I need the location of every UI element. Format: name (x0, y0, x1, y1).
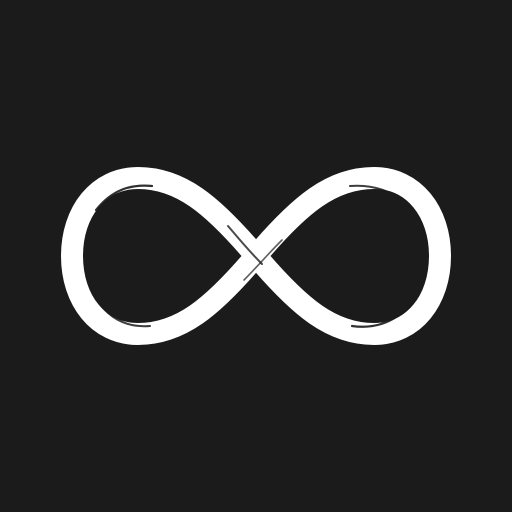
app-icon-canvas (0, 0, 512, 512)
infinity-icon (61, 167, 451, 345)
infinity-main-stroke (61, 167, 451, 345)
